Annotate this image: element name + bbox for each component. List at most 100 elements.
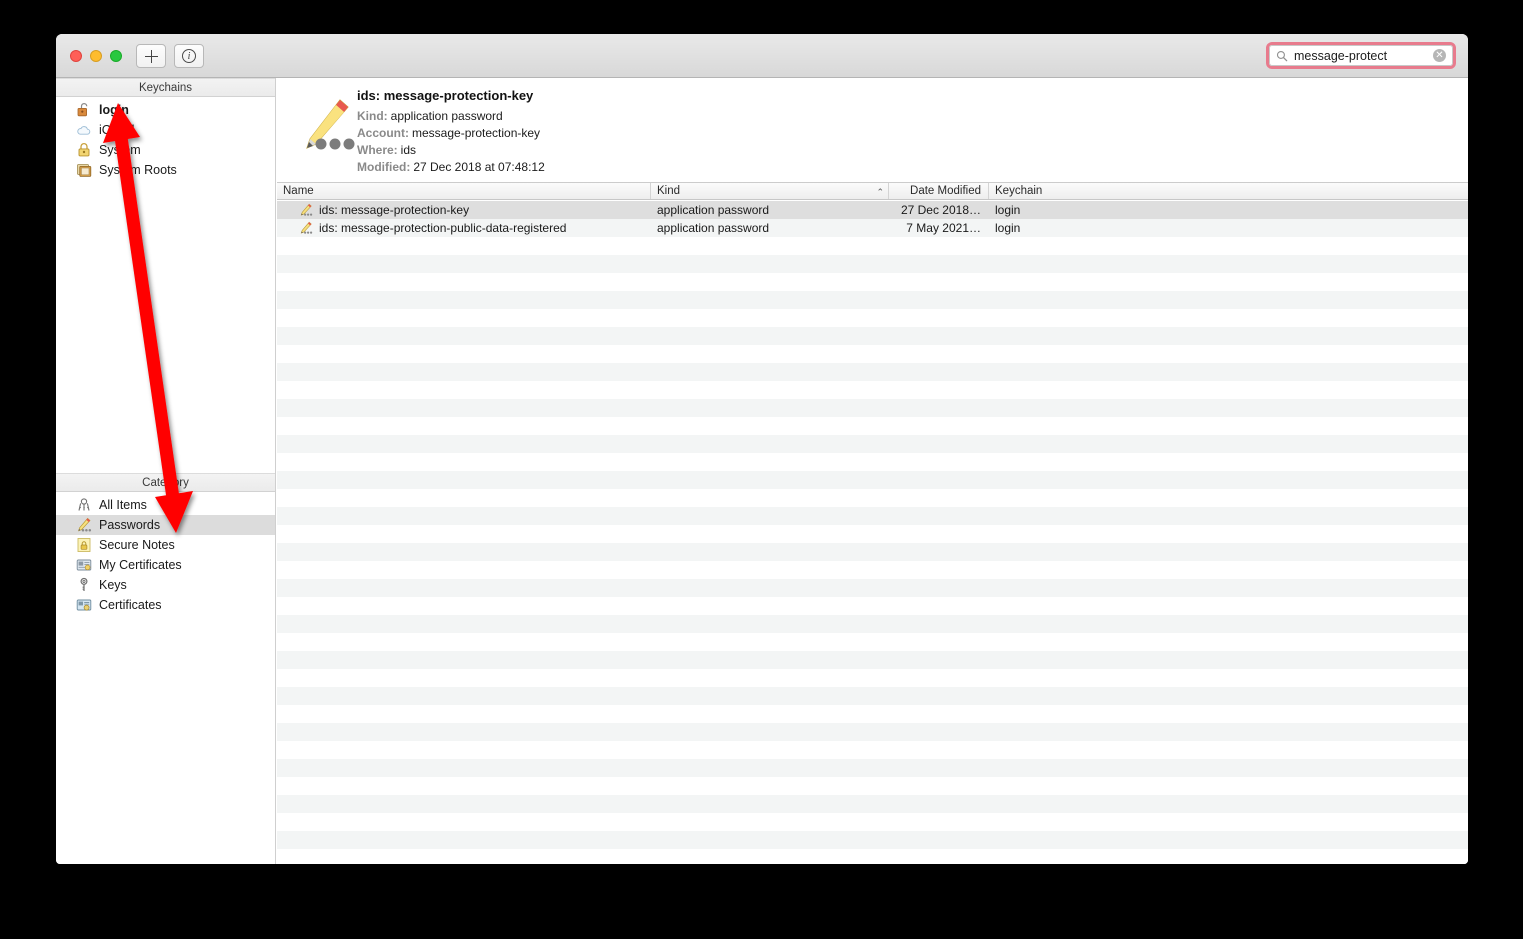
category-header: Category — [56, 473, 275, 492]
sidebar-keychain-label: System — [99, 143, 141, 157]
sidebar-category-certificates[interactable]: Certificates — [56, 595, 275, 615]
sidebar-category-keys[interactable]: Keys — [56, 575, 275, 595]
table-cell-date: 7 May 2021… — [906, 221, 981, 235]
table-column-header-label: Date Modified — [910, 185, 981, 197]
table-empty-row — [277, 489, 1468, 507]
table-empty-row — [277, 237, 1468, 255]
table-column-header-keychain[interactable]: Keychain — [989, 183, 1109, 199]
sidebar: Keychains login iCloud System System Roots … — [56, 78, 276, 864]
detail-field-key: Where: — [357, 143, 398, 157]
table-cell-date: 27 Dec 2018… — [900, 203, 981, 217]
detail-key-values: Kind: application password Account: message… — [357, 108, 545, 176]
window-toolbar: i message-protect ✕ — [56, 34, 1468, 78]
keychains-pane: Keychains login iCloud System System Roots — [56, 78, 275, 473]
pencil-dots-icon — [299, 221, 313, 235]
table-empty-row — [277, 363, 1468, 381]
sidebar-category-label: My Certificates — [99, 558, 182, 572]
items-table: Name Kind ⌃ Date Modified Keychain ids: mess… — [277, 183, 1468, 864]
sidebar-category-all-items[interactable]: All Items — [56, 495, 275, 515]
table-empty-row — [277, 813, 1468, 831]
table-empty-row — [277, 399, 1468, 417]
sidebar-keychain-label: login — [99, 103, 129, 117]
sort-ascending-icon: ⌃ — [876, 187, 884, 197]
detail-field-value: application password — [390, 109, 503, 123]
table-column-header-label: Kind — [657, 185, 681, 197]
sidebar-category-label: Secure Notes — [99, 538, 175, 552]
detail-field-key: Kind: — [357, 109, 388, 123]
key-icon — [76, 577, 92, 593]
sidebar-category-secure-notes[interactable]: Secure Notes — [56, 535, 275, 555]
table-empty-row — [277, 651, 1468, 669]
item-info-button[interactable]: i — [174, 44, 204, 68]
table-cell-name: ids: message-protection-key — [277, 203, 651, 217]
certificate-icon — [76, 597, 92, 613]
certificates-stack-icon — [76, 162, 92, 178]
sidebar-category-passwords[interactable]: Passwords — [56, 515, 275, 535]
table-empty-row — [277, 615, 1468, 633]
detail-field-value: message-protection-key — [412, 126, 541, 140]
traffic-light-controls — [70, 50, 122, 62]
keychain-access-window: i message-protect ✕ Keychains login iClou… — [56, 34, 1468, 864]
table-cell-kind: application password — [657, 221, 770, 235]
table-cell-keychain: login — [995, 203, 1021, 217]
pencil-dots-icon — [76, 517, 92, 533]
search-icon — [1276, 50, 1288, 61]
search-field[interactable]: message-protect ✕ — [1269, 45, 1453, 66]
table-empty-row — [277, 345, 1468, 363]
plus-icon — [144, 49, 158, 63]
table-empty-row — [277, 831, 1468, 849]
table-cell-name-text: ids: message-protection-public-data-regi… — [319, 221, 567, 235]
certificate-id-icon — [76, 557, 92, 573]
table-column-header-kind[interactable]: Kind ⌃ — [651, 183, 889, 199]
sidebar-keychain-icloud[interactable]: iCloud — [56, 120, 275, 140]
zoom-window-button[interactable] — [110, 50, 122, 62]
detail-field: Kind: application password — [357, 108, 545, 125]
table-empty-row — [277, 507, 1468, 525]
sidebar-keychain-label: iCloud — [99, 123, 135, 137]
sidebar-category-my-certificates[interactable]: My Certificates — [56, 555, 275, 575]
detail-fields: ids: message-protection-key Kind: applica… — [357, 88, 545, 176]
close-window-button[interactable] — [70, 50, 82, 62]
table-empty-row — [277, 381, 1468, 399]
table-header-row: Name Kind ⌃ Date Modified Keychain — [277, 183, 1468, 200]
clear-search-icon[interactable]: ✕ — [1433, 49, 1446, 62]
table-empty-row — [277, 453, 1468, 471]
detail-field: Modified: 27 Dec 2018 at 07:48:12 — [357, 159, 545, 176]
table-row[interactable]: ids: message-protection-public-data-regi… — [277, 219, 1468, 237]
table-empty-row — [277, 471, 1468, 489]
minimize-window-button[interactable] — [90, 50, 102, 62]
sidebar-keychain-login[interactable]: login — [56, 100, 275, 120]
table-empty-row — [277, 741, 1468, 759]
table-empty-row — [277, 705, 1468, 723]
search-input-value[interactable]: message-protect — [1294, 49, 1433, 63]
cloud-icon — [76, 122, 92, 138]
detail-field-value: ids — [400, 143, 417, 157]
add-item-button[interactable] — [136, 44, 166, 68]
sidebar-keychain-system-roots[interactable]: System Roots — [56, 160, 275, 180]
table-empty-row — [277, 435, 1468, 453]
table-empty-row — [277, 777, 1468, 795]
category-pane: Category All Items Passwords Secure Notes M… — [56, 473, 275, 864]
table-cell-keychain: login — [995, 221, 1021, 235]
table-cell-name: ids: message-protection-public-data-regi… — [277, 221, 651, 235]
keychain-list: login iCloud System System Roots — [56, 97, 275, 180]
table-empty-row — [277, 795, 1468, 813]
pencil-dots-icon — [306, 99, 355, 150]
sidebar-keychain-system[interactable]: System — [56, 140, 275, 160]
table-column-header-label: Keychain — [995, 185, 1043, 197]
table-column-header-name[interactable]: Name — [277, 183, 651, 199]
table-empty-row — [277, 255, 1468, 273]
table-empty-row — [277, 579, 1468, 597]
detail-title: ids: message-protection-key — [357, 88, 534, 103]
table-empty-row — [277, 543, 1468, 561]
sidebar-category-label: Passwords — [99, 518, 161, 532]
yellow-lock-icon — [76, 537, 92, 553]
table-row[interactable]: ids: message-protection-key application p… — [277, 201, 1468, 219]
table-empty-row — [277, 597, 1468, 615]
search-field-highlight: message-protect ✕ — [1266, 42, 1456, 69]
table-empty-row — [277, 687, 1468, 705]
table-empty-row — [277, 327, 1468, 345]
detail-field-key: Account: — [357, 126, 409, 140]
table-empty-row — [277, 633, 1468, 651]
table-column-header-date[interactable]: Date Modified — [889, 183, 989, 199]
